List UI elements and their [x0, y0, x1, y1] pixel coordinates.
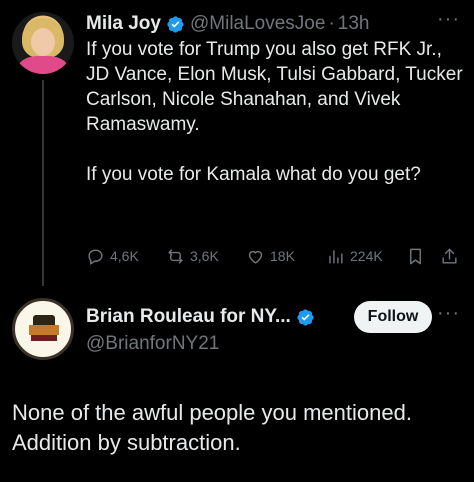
verified-badge-icon: [297, 308, 314, 326]
tweet-text: If you vote for Trump you also get RFK J…: [86, 37, 466, 212]
timestamp[interactable]: 13h: [338, 13, 370, 35]
avatar-shirt: [18, 56, 68, 74]
tweet-text-paragraph-2: If you vote for Kamala what do you get?: [86, 164, 421, 185]
verified-badge-icon: [167, 15, 184, 33]
like-button[interactable]: 18K: [246, 247, 295, 266]
tweet-header: Brian Rouleau for NY...: [86, 304, 320, 330]
views-icon: [329, 249, 343, 264]
tweet-text: None of the awful people you mentioned. …: [12, 400, 412, 455]
thread-connector-line: [42, 80, 44, 286]
bookmark-button[interactable]: [406, 247, 425, 266]
repost-button[interactable]: 3,6K: [166, 247, 219, 266]
like-icon: [248, 250, 263, 264]
reply-button[interactable]: 4,6K: [86, 247, 139, 266]
author-handle[interactable]: @BrianforNY21: [86, 333, 219, 355]
views-count: 224K: [350, 248, 383, 264]
like-count: 18K: [270, 248, 295, 264]
author-handle[interactable]: @MilaLovesJoe: [190, 13, 325, 35]
reply-count: 4,6K: [110, 248, 139, 264]
avatar[interactable]: [12, 12, 74, 74]
repost-icon: [168, 248, 183, 264]
action-bar: 4,6K 3,6K 18K 224K: [86, 244, 466, 268]
tweet-text-paragraph-1: If you vote for Trump you also get RFK J…: [86, 39, 463, 135]
avatar-logo-part: [29, 325, 59, 335]
avatar[interactable]: [12, 298, 74, 360]
avatar-face: [31, 28, 55, 56]
share-button[interactable]: [440, 247, 459, 266]
more-icon[interactable]: ···: [437, 8, 460, 31]
reply-icon: [88, 248, 103, 265]
tweet-header: Mila Joy @MilaLovesJoe · 13h: [86, 12, 369, 36]
author-name[interactable]: Mila Joy: [86, 13, 161, 35]
avatar-logo-part: [31, 335, 57, 341]
views-button[interactable]: 224K: [326, 247, 383, 266]
share-icon: [442, 248, 457, 264]
author-name[interactable]: Brian Rouleau for NY...: [86, 306, 291, 328]
bookmark-icon: [410, 248, 421, 264]
follow-button[interactable]: Follow: [354, 301, 432, 333]
separator-dot: ·: [328, 13, 335, 34]
more-icon[interactable]: ···: [437, 302, 460, 325]
repost-count: 3,6K: [190, 248, 219, 264]
